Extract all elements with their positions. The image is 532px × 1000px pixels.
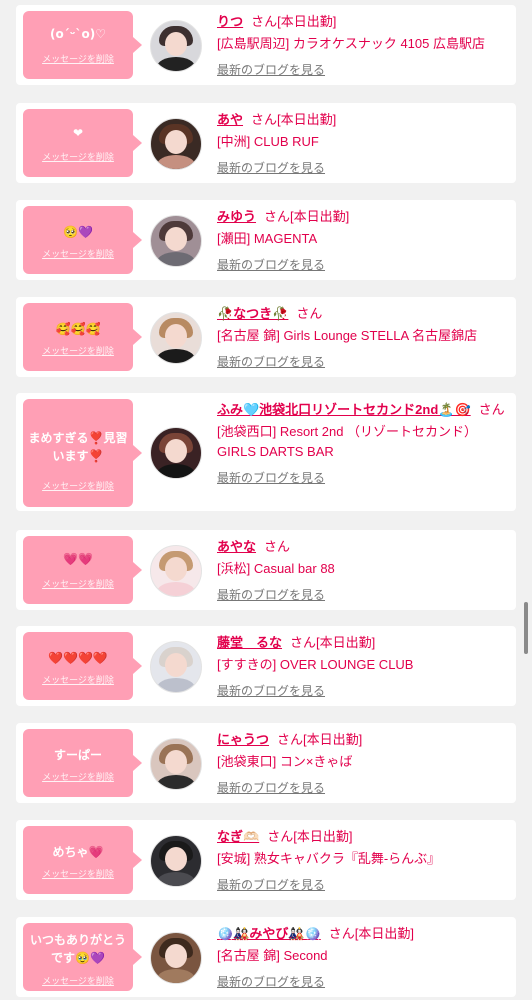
blog-link[interactable]: 最新のブログを見る	[217, 255, 506, 275]
message-bubble: 🥺💜 メッセージを削除	[23, 206, 142, 274]
message-card: いつもありがとうです🥹💜 メッセージを削除 🪩🎎みやび🎎🪩 さん[本日出勤] [名…	[16, 917, 516, 997]
status-label: [本日出勤]	[277, 14, 337, 29]
shop-label: [名古屋 錦] Girls Lounge STELLA 名古屋錦店	[217, 328, 478, 343]
message-bubble: (o´ᵕ`o)♡ メッセージを削除	[23, 11, 142, 79]
blog-link[interactable]: 最新のブログを見る	[217, 468, 506, 488]
cast-name-link[interactable]: なぎ🫶🏻	[217, 829, 259, 844]
delete-message-link[interactable]: メッセージを削除	[23, 577, 133, 590]
message-card: (o´ᵕ`o)♡ メッセージを削除 りつ さん[本日出勤] [広島駅周辺] カラオ…	[16, 5, 516, 85]
shop-label: [名古屋 錦] Second	[217, 948, 328, 963]
avatar[interactable]	[150, 545, 202, 597]
cast-name-link[interactable]: あやな	[217, 539, 256, 554]
status-label: [本日出勤]	[303, 732, 363, 747]
message-text: 🥰🥰🥰	[55, 322, 101, 336]
message-card: ❤️❤️❤️❤️ メッセージを削除 藤堂 るな さん[本日出勤] [すすきの] O…	[16, 626, 516, 706]
shop-label: [広島駅周辺] カラオケスナック 4105 広島駅店	[217, 36, 485, 51]
message-bubble: いつもありがとうです🥹💜 メッセージを削除	[23, 923, 142, 991]
blog-link[interactable]: 最新のブログを見る	[217, 681, 506, 701]
delete-message-link[interactable]: メッセージを削除	[23, 479, 133, 492]
message-bubble: まめすぎる❣️見習います❣️ メッセージを削除	[23, 399, 142, 507]
message-text: 💗💗	[63, 552, 93, 566]
avatar[interactable]	[150, 118, 202, 170]
shop-label: [中洲] CLUB RUF	[217, 134, 319, 149]
avatar[interactable]	[150, 215, 202, 267]
message-text: ❤	[72, 126, 84, 140]
status-label: [本日出勤]	[316, 635, 376, 650]
message-card: 💗💗 メッセージを削除 あやな さん [浜松] Casual bar 88 最新の…	[16, 530, 516, 610]
shop-label: [安城] 熟女キャバクラ『乱舞-らんぶ』	[217, 851, 441, 866]
message-card: ❤ メッセージを削除 あや さん[本日出勤] [中洲] CLUB RUF 最新のブ…	[16, 103, 516, 183]
message-list: (o´ᵕ`o)♡ メッセージを削除 りつ さん[本日出勤] [広島駅周辺] カラオ…	[0, 0, 532, 1000]
message-card: 🥰🥰🥰 メッセージを削除 🥀なつき🥀 さん [名古屋 錦] Girls Loung…	[16, 297, 516, 377]
delete-message-link[interactable]: メッセージを削除	[23, 150, 133, 163]
delete-message-link[interactable]: メッセージを削除	[23, 867, 133, 880]
message-text: いつもありがとうです🥹💜	[29, 933, 126, 965]
message-bubble: すーぱー メッセージを削除	[23, 729, 142, 797]
shop-label: [すすきの] OVER LOUNGE CLUB	[217, 657, 414, 672]
avatar[interactable]	[150, 427, 202, 479]
shop-label-2: GIRLS DARTS BAR	[217, 444, 334, 459]
message-bubble: ❤️❤️❤️❤️ メッセージを削除	[23, 632, 142, 700]
blog-link[interactable]: 最新のブログを見る	[217, 585, 506, 605]
blog-link[interactable]: 最新のブログを見る	[217, 352, 506, 372]
message-text: めちゃ💗	[52, 845, 104, 859]
shop-label: [浜松] Casual bar 88	[217, 561, 335, 576]
status-label: [本日出勤]	[354, 926, 414, 941]
message-text: (o´ᵕ`o)♡	[49, 27, 107, 41]
blog-link[interactable]: 最新のブログを見る	[217, 60, 506, 80]
shop-label: [池袋西口] Resort 2nd （リゾートセカンド）	[217, 424, 478, 439]
avatar[interactable]	[150, 932, 202, 984]
cast-name-link[interactable]: ふみ🩵池袋北口リゾートセカンド2nd🏝️🎯	[217, 402, 471, 417]
message-text: すーぱー	[53, 748, 102, 762]
delete-message-link[interactable]: メッセージを削除	[23, 974, 133, 987]
status-label: [本日出勤]	[277, 112, 337, 127]
cast-name-link[interactable]: あや	[217, 112, 243, 127]
cast-name-link[interactable]: 🪩🎎みやび🎎🪩	[217, 926, 321, 941]
cast-name-link[interactable]: 🥀なつき🥀	[217, 306, 288, 321]
avatar[interactable]	[150, 738, 202, 790]
delete-message-link[interactable]: メッセージを削除	[23, 770, 133, 783]
message-card: めちゃ💗 メッセージを削除 なぎ🫶🏻 さん[本日出勤] [安城] 熟女キャバクラ『…	[16, 820, 516, 900]
blog-link[interactable]: 最新のブログを見る	[217, 875, 506, 895]
delete-message-link[interactable]: メッセージを削除	[23, 673, 133, 686]
shop-label: [瀬田] MAGENTA	[217, 231, 318, 246]
blog-link[interactable]: 最新のブログを見る	[217, 972, 506, 992]
delete-message-link[interactable]: メッセージを削除	[23, 52, 133, 65]
avatar[interactable]	[150, 20, 202, 72]
shop-label: [池袋東口] コン×きゃば	[217, 754, 353, 769]
message-text: まめすぎる❣️見習います❣️	[28, 431, 128, 463]
cast-name-link[interactable]: みゆう	[217, 209, 256, 224]
blog-link[interactable]: 最新のブログを見る	[217, 158, 506, 178]
cast-name-link[interactable]: りつ	[217, 14, 243, 29]
scrollbar[interactable]	[524, 602, 528, 654]
message-text: ❤️❤️❤️❤️	[48, 651, 108, 665]
blog-link[interactable]: 最新のブログを見る	[217, 778, 506, 798]
message-bubble: 🥰🥰🥰 メッセージを削除	[23, 303, 142, 371]
message-card: すーぱー メッセージを削除 にゃうつ さん[本日出勤] [池袋東口] コン×きゃば…	[16, 723, 516, 803]
avatar[interactable]	[150, 641, 202, 693]
delete-message-link[interactable]: メッセージを削除	[23, 344, 133, 357]
delete-message-link[interactable]: メッセージを削除	[23, 247, 133, 260]
cast-name-link[interactable]: にゃうつ	[217, 732, 269, 747]
status-label: [本日出勤]	[290, 209, 350, 224]
message-card: 🥺💜 メッセージを削除 みゆう さん[本日出勤] [瀬田] MAGENTA 最新の…	[16, 200, 516, 280]
message-bubble: 💗💗 メッセージを削除	[23, 536, 142, 604]
avatar[interactable]	[150, 835, 202, 887]
message-bubble: ❤ メッセージを削除	[23, 109, 142, 177]
cast-name-link[interactable]: 藤堂 るな	[217, 635, 282, 650]
message-bubble: めちゃ💗 メッセージを削除	[23, 826, 142, 894]
status-label: [本日出勤]	[293, 829, 353, 844]
message-text: 🥺💜	[63, 225, 93, 239]
avatar[interactable]	[150, 312, 202, 364]
message-card: まめすぎる❣️見習います❣️ メッセージを削除 ふみ🩵池袋北口リゾートセカンド2…	[16, 393, 516, 511]
